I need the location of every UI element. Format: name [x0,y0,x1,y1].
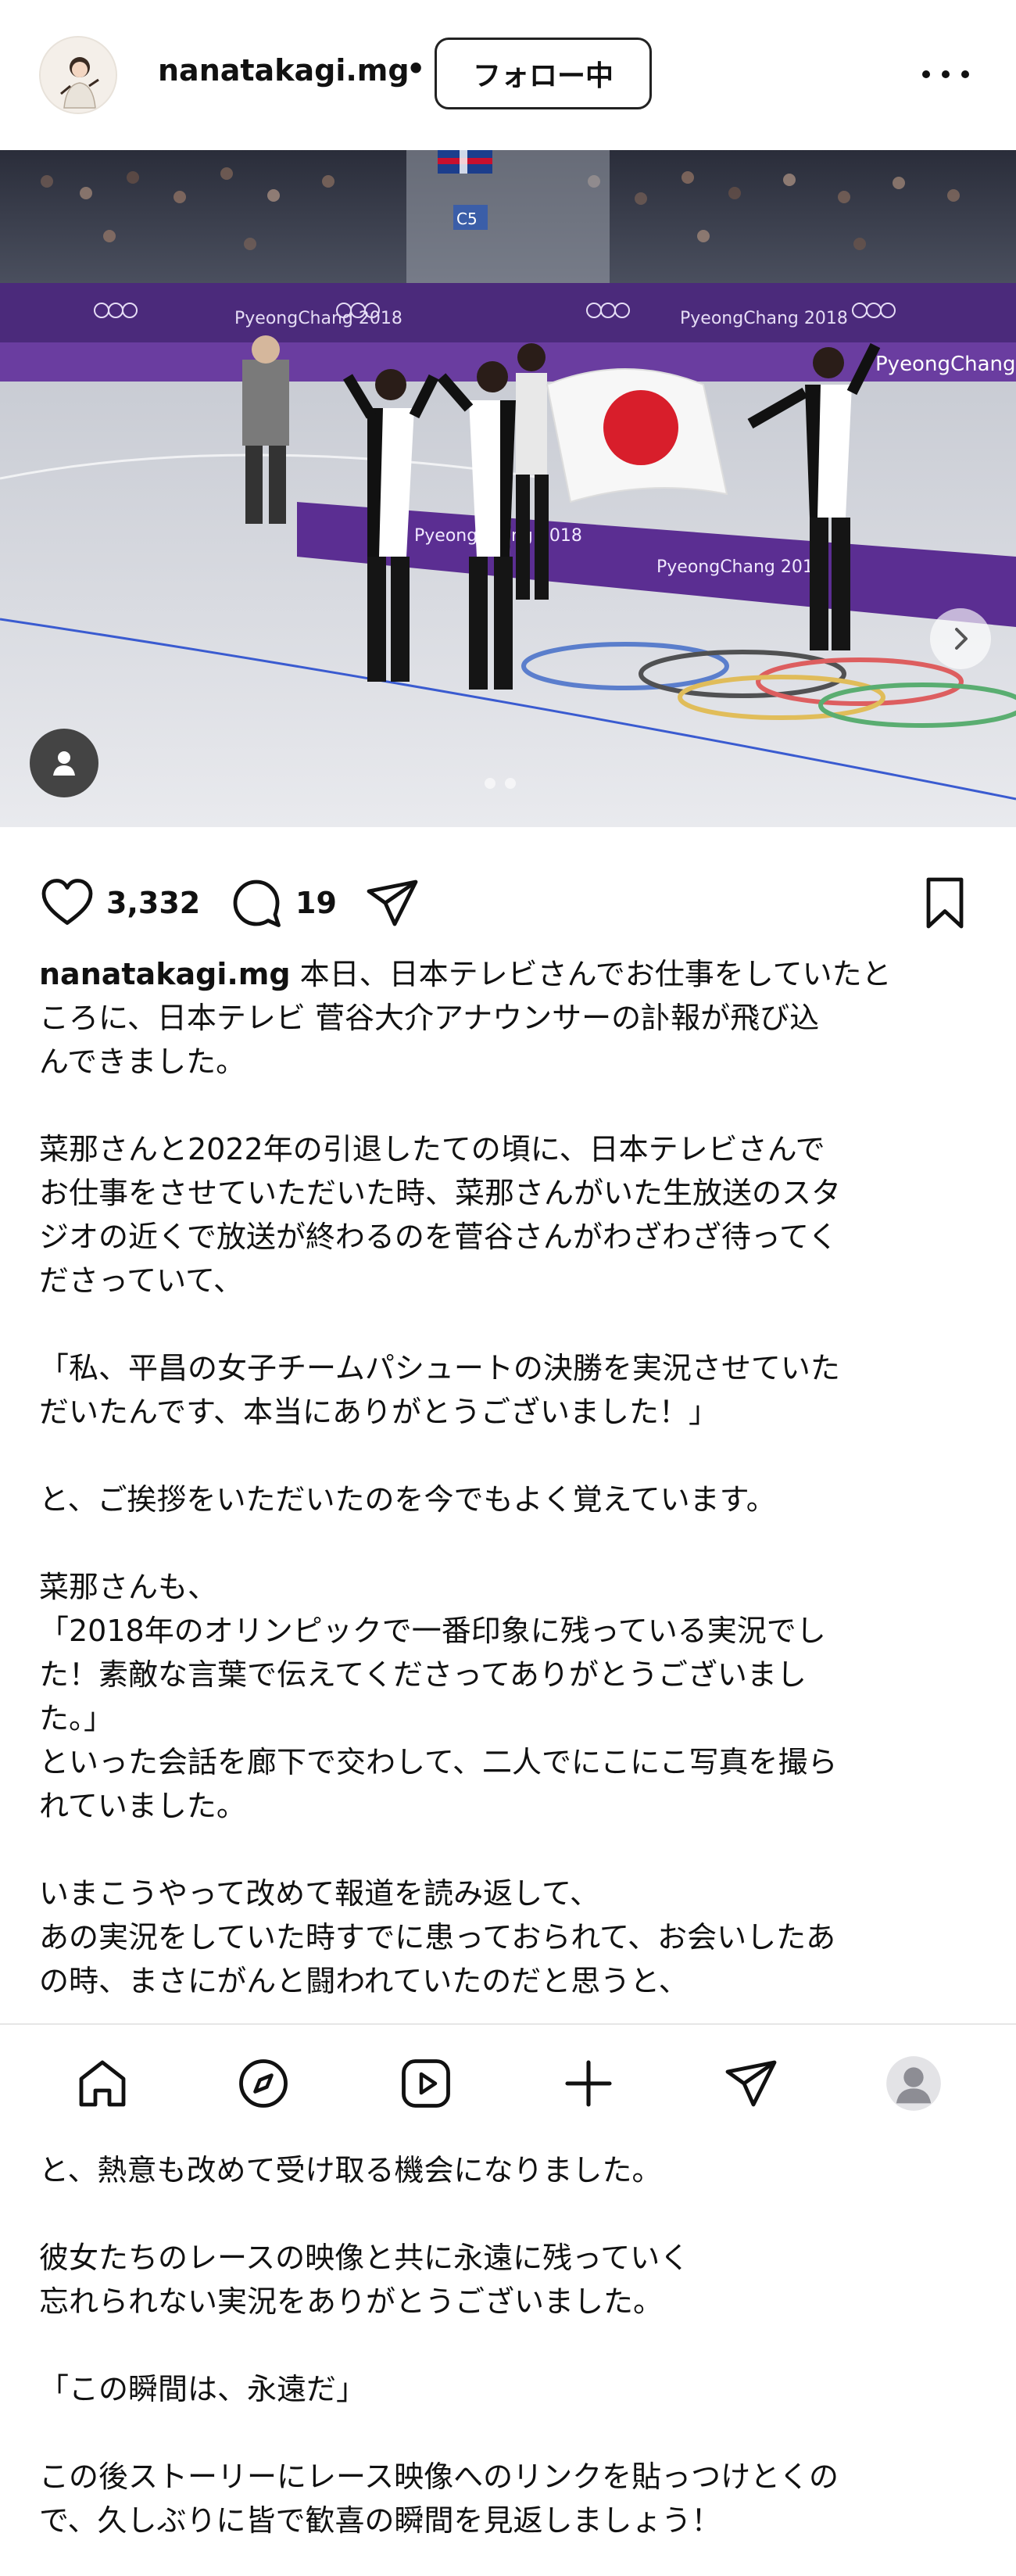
share-group [364,868,420,938]
following-button[interactable]: フォロー中 [435,38,652,109]
caption-line: あの実況をしていた時すでに患っておられて、お会いしたあ [39,1920,836,1954]
caption-line: 忘れられない実況をありがとうございました。 [39,2284,664,2319]
heart-icon[interactable] [39,875,95,931]
like-count[interactable]: 3,332 [106,886,200,920]
profile-avatar[interactable] [878,2048,949,2119]
caption-blank-line [39,1828,985,1872]
caption-line: 「私、平昌の女子チームパシュートの決勝を実況させていた [39,1351,840,1385]
caption-line: 「2018年のオリンピックで一番印象に残っている実況でし [39,1614,826,1648]
explore-icon[interactable] [228,2048,299,2119]
create-icon[interactable] [553,2048,624,2119]
caption-line: ジオの近くで放送が終わるのを菅谷さんがわざわざ待ってく [39,1220,838,1254]
caption-blank-line [39,2323,985,2367]
chevron-right-icon [955,628,968,650]
avatar-illustration [41,38,116,113]
caption-line: 菜那さんと2022年の引退したての頃に、日本テレビさんで [39,1132,825,1166]
comment-icon[interactable] [228,875,284,931]
post-photo[interactable]: C5 PyeongChang 2018 PyeongChang 2018 Pye… [0,150,1016,827]
caption-line: といった会話を廊下で交わして、二人でにこにこ写真を撮ら [39,1745,838,1779]
svg-text:PyeongChang 2018: PyeongChang 2018 [875,353,1016,376]
section-sign: C5 [456,210,478,228]
caption-line: 本日、日本テレビさんでお仕事をしていたと [299,957,892,991]
speed-skating-photo: C5 PyeongChang 2018 PyeongChang 2018 Pye… [0,150,1016,827]
user-icon [53,751,75,776]
comment-group: 19 [228,868,337,938]
caption-blank-line [39,2411,985,2455]
home-icon[interactable] [67,2048,138,2119]
caption-line: 彼女たちのレースの映像と共に永遠に残っていく [39,2241,690,2275]
caption-line: んできました。 [39,1044,246,1079]
next-photo-button[interactable] [930,608,991,669]
caption-line: ださっていて、 [39,1263,244,1298]
caption-line: の時、まさにがんと闘われていたのだと思うと、 [39,1964,689,1998]
caption-blank-line [39,1084,985,1127]
like-group: 3,332 [39,868,200,938]
caption-first-line: nanatakagi.mg 本日、日本テレビさんでお仕事をしていたと [39,952,985,996]
profile-avatar[interactable] [39,36,117,114]
carousel-indicator [485,778,516,789]
caption-blank-line [39,1434,985,1478]
send-icon[interactable] [364,875,420,931]
caption-line: れていました。 [39,1789,246,1823]
post-caption-continued: と、熱意も改めて受け取る機会になりました。 彼女たちのレースの映像と共に永遠に残っ… [39,2148,985,2542]
direct-icon[interactable] [716,2048,786,2119]
caption-line: た。」 [39,1701,114,1736]
reels-icon[interactable] [391,2048,461,2119]
caption-blank-line [39,2192,985,2236]
post-caption: nanatakagi.mg 本日、日本テレビさんでお仕事をしていたと ころに、日… [39,952,985,2003]
banner-text: PyeongChang 2018 [234,309,402,328]
comment-count[interactable]: 19 [295,886,337,920]
post-username[interactable]: nanatakagi.mg [158,53,410,88]
post-header: nanatakagi.mg • フォロー中 [0,0,1016,150]
caption-line: この後ストーリーにレース映像へのリンクを貼っつけとくの [39,2460,839,2494]
bookmark-icon[interactable] [919,875,971,931]
carousel-dot [485,778,495,789]
caption-line: いまこうやって改めて報道を読み返して、 [39,1876,600,1911]
caption-blank-line [39,1521,985,1565]
svg-text:PyeongChang 2018: PyeongChang 2018 [656,557,825,577]
caption-line: と、ご挨拶をいただいたのを今でもよく覚えています。 [39,1482,776,1517]
more-horizontal-icon[interactable] [922,55,969,94]
caption-line: た！素敵な言葉で伝えてくださってありがとうございまし [39,1657,807,1692]
header-separator: • [406,52,426,86]
caption-line: ころに、日本テレビ 菅谷大介アナウンサーの訃報が飛び込 [39,1001,820,1035]
caption-line: 菜那さんも、 [39,1570,218,1604]
caption-line: と、熱意も改めて受け取る機会になりました。 [39,2153,662,2187]
save-group [919,868,971,938]
bottom-navigation [0,2023,1016,2141]
caption-username[interactable]: nanatakagi.mg [39,957,291,991]
carousel-dot [505,778,516,789]
svg-text:PyeongChang 2018: PyeongChang 2018 [680,309,848,328]
caption-blank-line [39,1302,985,1346]
tagged-users-button[interactable] [30,729,98,797]
caption-line: 「この瞬間は、永遠だ」 [39,2372,367,2406]
post-actions: 3,332 19 [0,868,1016,938]
caption-line: だいたんです、本当にありがとうございました！」 [39,1395,719,1429]
caption-line: で、久しぶりに皆で歓喜の瞬間を見返しましょう！ [39,2503,721,2538]
caption-line: お仕事をさせていただいた時、菜那さんがいた生放送のスタ [39,1176,842,1210]
